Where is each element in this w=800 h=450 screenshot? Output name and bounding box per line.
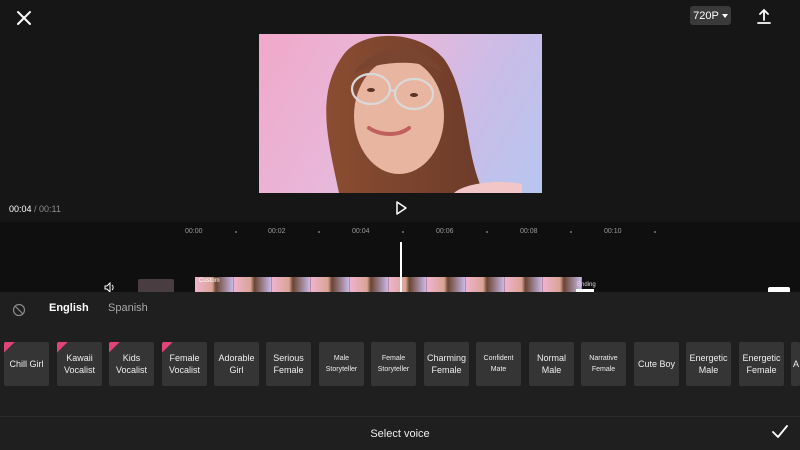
voice-card-energetic-female[interactable]: Energetic Female [739,342,784,386]
editor-top-area: 720P 00:04 / 00:11 [0,0,800,222]
tab-english[interactable]: English [49,302,89,314]
voice-card-adorable-girl[interactable]: Adorable Girl [214,342,259,386]
video-frame-image [326,35,522,193]
ruler-tick-label: 00:04 [352,228,370,235]
no-voice-icon[interactable] [12,303,26,317]
voice-card-charming-female[interactable]: Charming Female [424,342,469,386]
voice-label: A [793,359,800,369]
playback-time: 00:04 / 00:11 [9,204,61,214]
voice-label: Narrative Female [589,355,618,373]
new-badge [4,342,17,354]
ruler-tick-label: 00:06 [436,228,454,235]
voice-label: Kids Vocalist [115,353,148,375]
voice-card-female-storyteller[interactable]: Female Storyteller [371,342,416,386]
clip-frame [504,277,544,292]
ruler-dot [402,231,404,233]
ruler-dot [318,231,320,233]
voice-card-partial[interactable]: A [791,342,800,386]
tab-spanish[interactable]: Spanish [108,302,148,314]
voice-card-serious-female[interactable]: Serious Female [266,342,311,386]
voice-label: Charming Female [426,353,466,375]
voice-card-chill-girl[interactable]: Chill Girl [4,342,49,386]
ruler-tick-label: 00:08 [520,228,538,235]
clip-frame [311,277,350,292]
close-icon[interactable] [12,6,36,30]
chevron-down-icon [721,13,728,18]
cover-thumbnail[interactable] [138,279,174,293]
custom-tag: Custom [199,278,220,284]
resolution-button[interactable]: 720P [690,6,731,25]
ruler-dot [486,231,488,233]
ruler-dot [654,231,656,233]
ruler-tick-label: 00:10 [604,228,622,235]
total-time: 00:11 [39,204,61,214]
video-preview[interactable] [259,34,542,193]
voice-card-male-storyteller[interactable]: Male Storyteller [319,342,364,386]
voice-label: Serious Female [273,353,304,375]
ruler-dot [235,231,237,233]
voice-label: Adorable Girl [218,353,255,375]
voice-label: Kawaii Vocalist [63,353,96,375]
clip-frame [427,277,466,292]
voice-card-kawaii-vocalist[interactable]: Kawaii Vocalist [57,342,102,386]
ruler-tick-label: 00:00 [185,228,203,235]
voice-card-female-vocalist[interactable]: Female Vocalist [162,342,207,386]
voice-label: Female Storyteller [377,355,410,373]
voice-card-normal-male[interactable]: Normal Male [529,342,574,386]
time-separator: / [31,204,40,214]
export-icon[interactable] [753,6,775,28]
voice-label: Normal Male [536,353,566,375]
voice-label: Female Vocalist [168,353,201,375]
timeline[interactable]: 00:00 00:02 00:04 00:06 00:08 00:10 Cust… [0,222,800,293]
voice-label: Energetic Female [742,353,781,375]
bottom-bar: Select voice [0,416,800,450]
clip-frame [233,277,273,292]
voice-card-narrative-female[interactable]: Narrative Female [581,342,626,386]
voice-label: Male Storyteller [325,355,358,373]
voice-label: Chill Girl [9,359,44,369]
voice-label: Energetic Male [689,353,728,375]
select-voice-title: Select voice [370,428,430,440]
voice-card-cute-boy[interactable]: Cute Boy [634,342,679,386]
voice-label: Confident Mate [483,355,514,373]
ending-tag: Ending [577,282,596,288]
resolution-label: 720P [693,9,719,22]
current-time: 00:04 [9,204,32,214]
play-icon[interactable] [393,200,409,216]
clip-frame [349,277,389,292]
voice-card-confident-mate[interactable]: Confident Mate [476,342,521,386]
voice-card-energetic-male[interactable]: Energetic Male [686,342,731,386]
video-clip-strip[interactable] [195,277,583,292]
ruler-tick-label: 00:02 [268,228,286,235]
checkmark-icon[interactable] [772,425,788,439]
clip-frame [272,277,312,292]
playhead[interactable] [400,242,402,292]
voice-card-kids-vocalist[interactable]: Kids Vocalist [109,342,154,386]
voice-label: Cute Boy [637,359,676,369]
ruler-dot [570,231,572,233]
clip-frame [465,277,505,292]
clip-frame [388,277,428,292]
